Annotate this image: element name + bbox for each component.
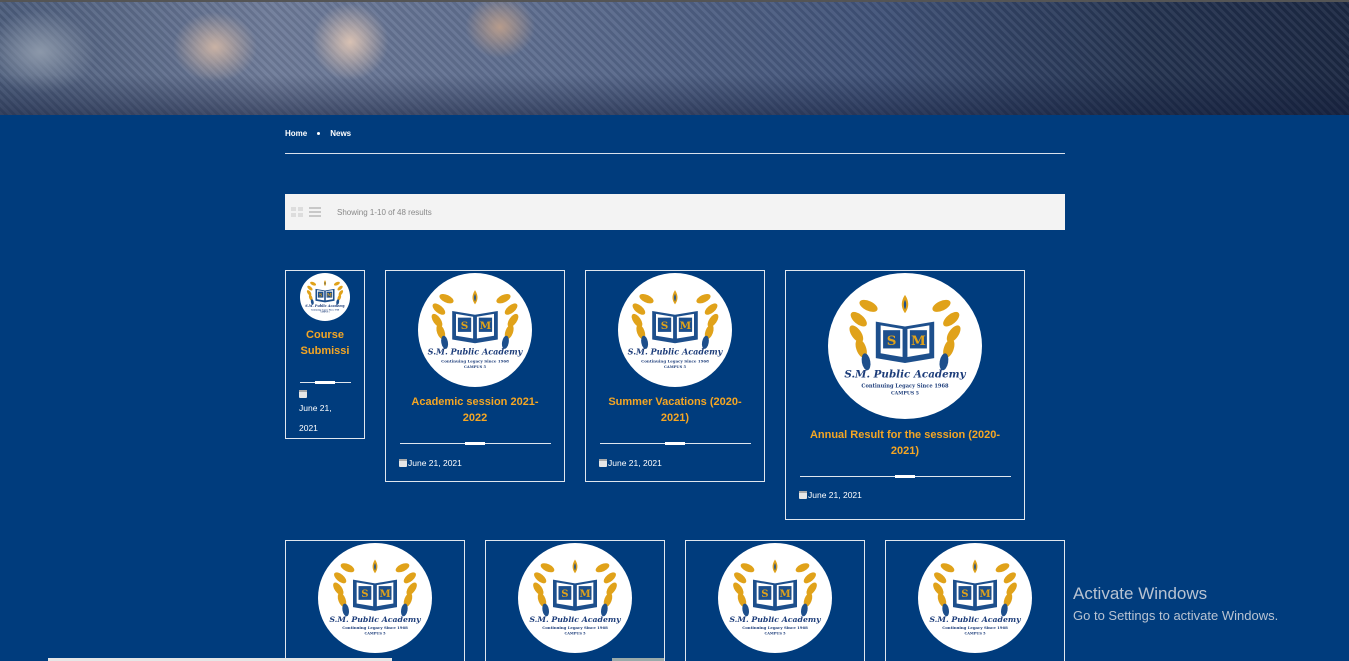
svg-text:M: M xyxy=(911,333,926,349)
svg-text:Continuing Legacy Since 1968: Continuing Legacy Since 1968 xyxy=(742,625,808,630)
school-logo: S M S.M. Public Academy Continuing Legac… xyxy=(918,543,1032,653)
result-count: Showing 1-10 of 48 results xyxy=(337,207,432,217)
svg-text:M: M xyxy=(580,589,591,600)
svg-text:Continuing Legacy Since 1968: Continuing Legacy Since 1968 xyxy=(942,625,1008,630)
svg-text:S.M. Public Academy: S.M. Public Academy xyxy=(428,347,524,357)
news-card-5[interactable]: S M S.M. Public Academy Continuing Legac… xyxy=(285,540,465,661)
breadcrumb: Home News xyxy=(285,129,351,138)
svg-text:M: M xyxy=(780,589,791,600)
school-logo: S M S.M. Public Academy Continuing Legac… xyxy=(518,543,632,653)
school-logo: S M S.M. Public Academy Continuing Legac… xyxy=(718,543,832,653)
calendar-icon xyxy=(799,491,807,499)
svg-text:S: S xyxy=(461,320,469,332)
svg-text:S.M. Public Academy: S.M. Public Academy xyxy=(628,347,724,357)
hero-banner-image xyxy=(0,0,1349,115)
watermark-subtitle: Go to Settings to activate Windows. xyxy=(1073,608,1279,623)
svg-text:S: S xyxy=(319,293,322,298)
news-card-6[interactable]: S M S.M. Public Academy Continuing Legac… xyxy=(485,540,665,661)
svg-text:M: M xyxy=(327,293,332,298)
svg-text:M: M xyxy=(380,589,391,600)
watermark-title: Activate Windows xyxy=(1073,584,1208,603)
school-logo: S M S.M. Public Academy Continuing Legac… xyxy=(300,273,350,321)
svg-text:Continuing Legacy Since 1968: Continuing Legacy Since 1968 xyxy=(342,625,408,630)
card-divider xyxy=(799,475,1011,478)
svg-text:S.M. Public Academy: S.M. Public Academy xyxy=(305,304,345,308)
svg-text:S: S xyxy=(661,320,669,332)
svg-text:S.M. Public Academy: S.M. Public Academy xyxy=(529,615,621,624)
breadcrumb-separator xyxy=(317,132,321,135)
grid-view-icon[interactable] xyxy=(291,207,303,217)
svg-text:Continuing Legacy Since 1968: Continuing Legacy Since 1968 xyxy=(861,383,949,389)
svg-text:S: S xyxy=(361,589,368,600)
svg-text:CAMPUS 5: CAMPUS 5 xyxy=(364,632,386,636)
card-divider xyxy=(599,442,751,445)
breadcrumb-divider xyxy=(285,153,1065,154)
svg-text:CAMPUS 5: CAMPUS 5 xyxy=(564,632,586,636)
news-card-1[interactable]: S M S.M. Public Academy Continuing Legac… xyxy=(285,270,365,439)
news-card-title[interactable]: Summer Vacations (2020-2021) xyxy=(600,394,750,426)
results-toolbar: Showing 1-10 of 48 results xyxy=(285,194,1065,230)
news-card-date: June 21, 2021 xyxy=(799,485,862,505)
card-divider xyxy=(299,381,351,384)
news-card-8[interactable]: S M S.M. Public Academy Continuing Legac… xyxy=(885,540,1065,661)
activate-windows-watermark: Activate Windows Go to Settings to activ… xyxy=(1073,584,1278,627)
svg-text:S: S xyxy=(887,333,897,349)
news-card-2[interactable]: S M S.M. Public Academy Continuing Legac… xyxy=(385,270,565,482)
svg-text:S.M. Public Academy: S.M. Public Academy xyxy=(929,615,1021,624)
news-card-title[interactable]: Academic session 2021-2022 xyxy=(400,394,550,426)
svg-text:Continuing Legacy Since 1968: Continuing Legacy Since 1968 xyxy=(441,358,509,363)
svg-text:M: M xyxy=(680,320,692,332)
news-card-3[interactable]: S M S.M. Public Academy Continuing Legac… xyxy=(585,270,765,482)
svg-text:CAMPUS 5: CAMPUS 5 xyxy=(891,391,919,397)
svg-text:S: S xyxy=(961,589,968,600)
svg-text:Continuing Legacy Since 1968: Continuing Legacy Since 1968 xyxy=(641,358,709,363)
news-card-title[interactable]: Course Submissi xyxy=(295,327,355,358)
card-divider xyxy=(399,442,551,445)
news-card-7[interactable]: S M S.M. Public Academy Continuing Legac… xyxy=(685,540,865,661)
news-card-title[interactable]: Annual Result for the session (2020-2021… xyxy=(800,427,1010,459)
news-card-4[interactable]: S M S.M. Public Academy Continuing Legac… xyxy=(785,270,1025,520)
calendar-icon xyxy=(599,459,607,467)
breadcrumb-current: News xyxy=(330,129,352,138)
svg-text:Continuing Legacy Since 1968: Continuing Legacy Since 1968 xyxy=(311,308,340,311)
news-card-date: June 21, 2021 xyxy=(599,453,662,473)
calendar-icon xyxy=(399,459,407,467)
svg-text:M: M xyxy=(480,320,492,332)
svg-text:Continuing Legacy Since 1968: Continuing Legacy Since 1968 xyxy=(542,625,608,630)
news-card-date: June 21, 2021 xyxy=(299,390,349,438)
list-view-icon[interactable] xyxy=(309,207,321,217)
svg-text:CAMPUS 5: CAMPUS 5 xyxy=(664,365,686,369)
svg-text:CAMPUS 5: CAMPUS 5 xyxy=(464,365,486,369)
school-logo: S M S.M. Public Academy Continuing Legac… xyxy=(318,543,432,653)
svg-text:S.M. Public Academy: S.M. Public Academy xyxy=(329,615,421,624)
news-card-date: June 21, 2021 xyxy=(399,453,462,473)
svg-text:S.M. Public Academy: S.M. Public Academy xyxy=(729,615,821,624)
svg-text:S: S xyxy=(761,589,768,600)
breadcrumb-home-link[interactable]: Home xyxy=(285,129,307,138)
calendar-icon xyxy=(299,390,307,398)
school-logo: S M S.M. Public Academy Continuing Legac… xyxy=(418,273,532,387)
svg-text:M: M xyxy=(980,589,991,600)
svg-text:S.M. Public Academy: S.M. Public Academy xyxy=(844,369,966,381)
school-logo: S M S.M. Public Academy Continuing Legac… xyxy=(618,273,732,387)
svg-text:CAMPUS 5: CAMPUS 5 xyxy=(320,312,329,314)
svg-text:S: S xyxy=(561,589,568,600)
school-logo: S M S.M. Public Academy Continuing Legac… xyxy=(828,273,982,419)
svg-text:CAMPUS 5: CAMPUS 5 xyxy=(764,632,786,636)
svg-text:CAMPUS 5: CAMPUS 5 xyxy=(964,632,986,636)
